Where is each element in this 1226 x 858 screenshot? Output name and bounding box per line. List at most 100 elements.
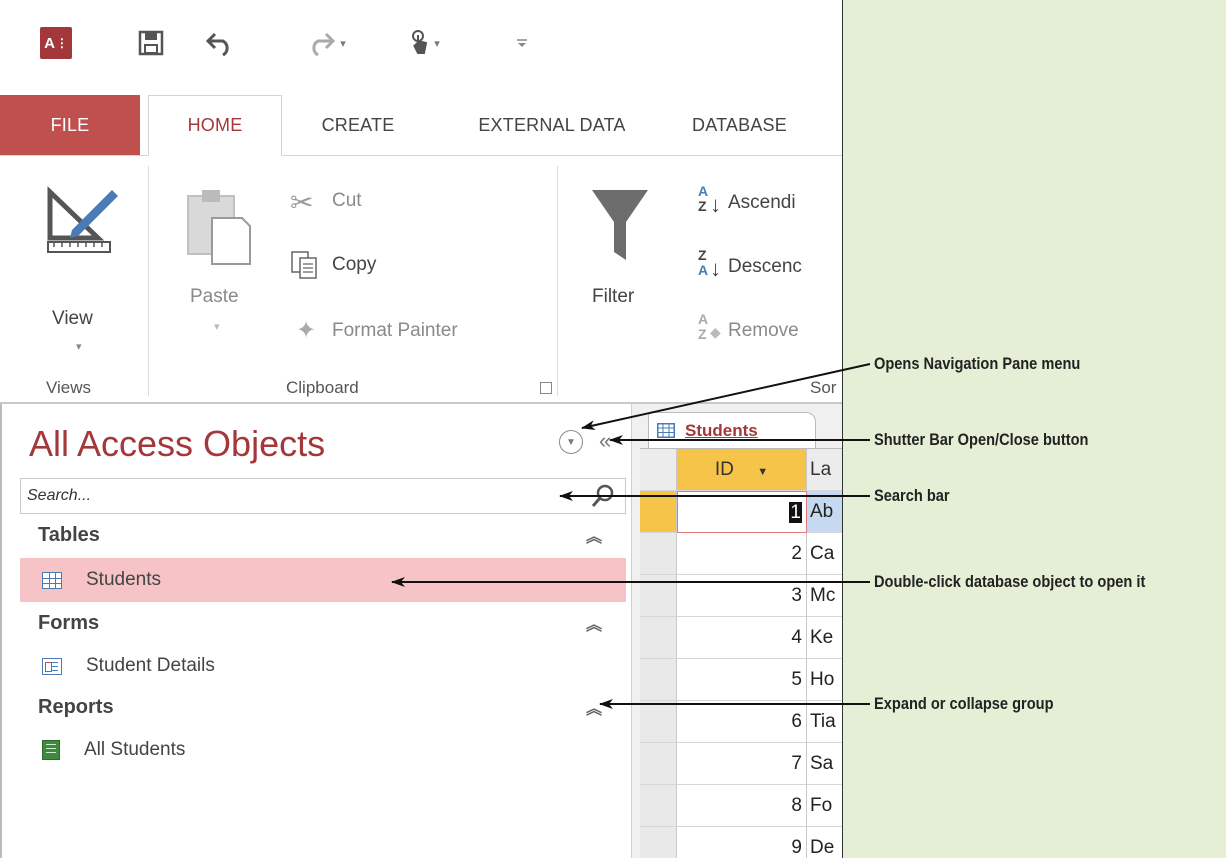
touch-dropdown-icon: ▾ (434, 37, 440, 50)
cell-last-name[interactable]: De (807, 827, 842, 858)
tab-database[interactable]: DATABASE (692, 95, 842, 156)
record-selector[interactable] (640, 575, 677, 617)
collapse-group-icon[interactable]: ︽ (586, 611, 602, 635)
record-selector[interactable] (640, 743, 677, 785)
nav-object-label: All Students (84, 739, 186, 760)
record-selector[interactable] (640, 617, 677, 659)
cut-button[interactable]: ✂ Cut (290, 186, 410, 222)
nav-pane-menu-button[interactable]: ▼ (559, 430, 583, 454)
paste-button[interactable]: Paste ▾ (178, 186, 268, 346)
cell-last-name[interactable]: Ca (807, 533, 842, 575)
select-all-corner[interactable] (640, 449, 677, 491)
cell-last-name[interactable]: Tia (807, 701, 842, 743)
group-divider (148, 166, 149, 396)
callout-search-bar: Search bar (874, 486, 950, 505)
nav-pane-title[interactable]: All Access Objects (29, 423, 325, 465)
cut-label: Cut (332, 190, 362, 211)
column-header-last-name[interactable]: La (807, 449, 842, 491)
column-header-label: ID (714, 459, 734, 480)
collapse-group-icon[interactable]: ︽ (586, 523, 602, 547)
record-selector[interactable] (640, 827, 677, 858)
search-icon[interactable] (591, 484, 615, 508)
record-selector[interactable] (640, 491, 677, 533)
ribbon: View ▾ Views Paste ▾ ✂ Cut Copy ✦ Format… (0, 156, 842, 404)
group-label-clipboard: Clipboard (286, 378, 359, 397)
descending-button[interactable]: ZA ↓ Descenc (698, 248, 842, 290)
tab-home[interactable]: HOME (148, 95, 282, 156)
cell-last-name[interactable]: Ho (807, 659, 842, 701)
nav-object-all-students-report[interactable]: All Students (20, 728, 626, 772)
undo-icon[interactable] (200, 25, 240, 61)
record-selector[interactable] (640, 701, 677, 743)
nav-object-label: Students (86, 569, 161, 590)
cell-id[interactable]: 2 (677, 533, 807, 575)
copy-icon (291, 251, 317, 279)
navigation-pane: All Access Objects ▼ « Tables ︽ Students… (0, 404, 632, 858)
table-icon (657, 423, 675, 438)
cell-last-name[interactable]: Fo (807, 785, 842, 827)
paste-dropdown-icon[interactable]: ▾ (214, 320, 220, 333)
datasheet-grid: ID ▼ La 1 Ab 2 Ca 3 Mc 4 Ke 5 Ho 6 Tia 7… (640, 448, 842, 858)
nav-object-students-table[interactable]: Students (20, 558, 626, 602)
cell-id[interactable]: 3 (677, 575, 807, 617)
ascending-button[interactable]: AZ ↓ Ascendi (698, 183, 842, 226)
filter-button[interactable]: Filter (584, 186, 664, 346)
format-painter-button[interactable]: ✦ Format Painter (290, 316, 520, 352)
view-button[interactable]: View ▾ (38, 180, 128, 353)
cell-id[interactable]: 1 (677, 491, 807, 533)
nav-object-student-details-form[interactable]: Student Details (20, 644, 626, 688)
sort-ascending-icon: AZ (698, 183, 709, 214)
shutter-bar-close-button[interactable]: « (599, 428, 611, 454)
down-arrow-icon: ↓ (710, 192, 721, 217)
search-bar (20, 478, 626, 514)
cell-id[interactable]: 9 (677, 827, 807, 858)
copy-label: Copy (332, 254, 377, 275)
group-header-reports[interactable]: Reports ︽ (20, 688, 626, 726)
table-icon (42, 571, 62, 589)
column-header-id[interactable]: ID ▼ (677, 449, 807, 491)
access-window: A ⋮ ▾ ▾ FILE HOME CREATE EXTERNAL DATA DA… (0, 0, 843, 858)
tab-create[interactable]: CREATE (298, 95, 418, 156)
tab-external-data[interactable]: EXTERNAL DATA (432, 95, 672, 156)
table-row: 9 De (640, 827, 842, 858)
touch-mode-icon[interactable]: ▾ (398, 25, 450, 61)
cell-last-name[interactable]: Ke (807, 617, 842, 659)
collapse-group-icon[interactable]: ︽ (586, 695, 602, 719)
group-header-tables[interactable]: Tables ︽ (20, 516, 626, 554)
record-selector[interactable] (640, 533, 677, 575)
record-selector[interactable] (640, 659, 677, 701)
cell-id[interactable]: 8 (677, 785, 807, 827)
tab-file[interactable]: FILE (0, 95, 140, 156)
table-row: 7 Sa (640, 743, 842, 785)
paste-icon (187, 190, 251, 265)
group-header-forms[interactable]: Forms ︽ (20, 604, 626, 642)
clipboard-launcher-icon[interactable] (540, 382, 552, 394)
access-logo-icon[interactable]: A ⋮ (40, 27, 72, 59)
group-header-label: Reports (38, 695, 114, 718)
cell-id[interactable]: 6 (677, 701, 807, 743)
table-row: 5 Ho (640, 659, 842, 701)
search-input[interactable] (21, 479, 581, 513)
scissors-icon: ✂ (290, 187, 314, 218)
group-label-views: Views (46, 378, 92, 397)
customize-qat-icon[interactable] (512, 25, 532, 61)
save-icon[interactable] (133, 25, 169, 61)
cell-last-name[interactable]: Sa (807, 743, 842, 785)
datasheet-view: Students ID ▼ La 1 Ab 2 Ca 3 Mc 4 Ke 5 H… (632, 404, 842, 858)
quick-access-toolbar: A ⋮ ▾ ▾ (0, 0, 842, 95)
redo-dropdown-icon[interactable]: ▾ (340, 37, 346, 50)
column-dropdown-icon[interactable]: ▼ (757, 466, 768, 478)
remove-sort-button[interactable]: AZ ◆ Remove (698, 312, 842, 354)
callout-open-object: Double-click database object to open it (874, 572, 1146, 591)
record-selector[interactable] (640, 785, 677, 827)
cell-id[interactable]: 4 (677, 617, 807, 659)
cell-last-name[interactable]: Ab (807, 491, 842, 533)
copy-button[interactable]: Copy (290, 250, 430, 286)
document-tab-students[interactable]: Students (648, 412, 816, 448)
view-dropdown-icon[interactable]: ▾ (76, 340, 82, 353)
cell-id[interactable]: 7 (677, 743, 807, 785)
redo-icon[interactable]: ▾ (296, 25, 356, 61)
cell-id[interactable]: 5 (677, 659, 807, 701)
down-arrow-icon: ↓ (710, 256, 721, 281)
cell-last-name[interactable]: Mc (807, 575, 842, 617)
